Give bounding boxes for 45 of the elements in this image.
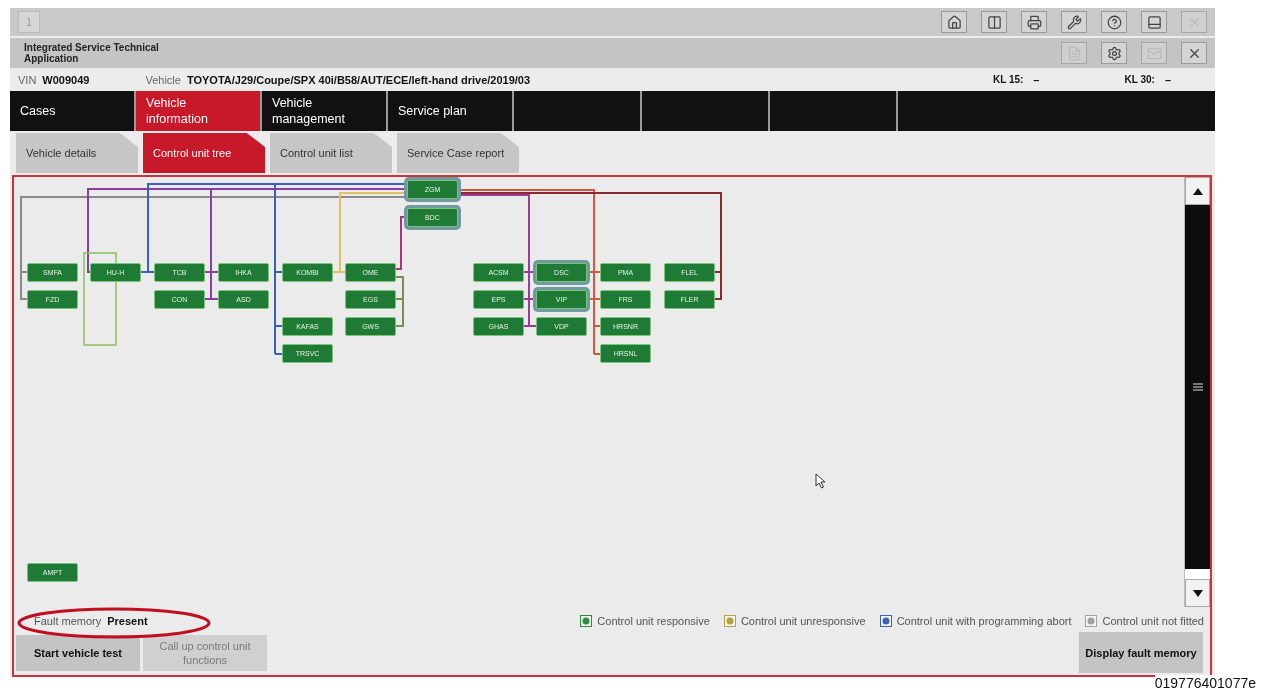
home-icon [946, 14, 962, 30]
vehicle-label: Vehicle [145, 73, 181, 86]
printer-icon [1026, 14, 1042, 30]
up-arrow-icon [1192, 187, 1203, 195]
sub-tab[interactable]: Control unit tree [143, 133, 265, 173]
nav-tab[interactable]: Vehicle information [136, 91, 262, 131]
kl30-label: KL 30: [1124, 74, 1155, 85]
kl15-value: – [1033, 73, 1040, 86]
fault-memory-value: Present [107, 615, 148, 627]
split-view-icon [986, 14, 1002, 30]
scroll-down-button[interactable] [1185, 579, 1210, 607]
scroll-up-button[interactable] [1185, 177, 1210, 205]
down-arrow-icon [1192, 589, 1203, 597]
settings-button[interactable] [1101, 42, 1127, 64]
help-icon [1106, 14, 1122, 30]
sub-tab[interactable]: Control unit list [270, 133, 392, 173]
legend-label: Control unit not fitted [1102, 615, 1204, 627]
panel-icon [1146, 14, 1162, 30]
panel-button[interactable] [1141, 11, 1167, 33]
legend-label: Control unit with programming abort [896, 615, 1072, 627]
wrench-icon [1066, 14, 1082, 30]
legend-label: Control unit unresponsive [740, 615, 866, 627]
image-code: 019776401077e [1154, 675, 1256, 691]
split-view-button[interactable] [981, 11, 1007, 33]
sub-tab[interactable]: Vehicle details [16, 133, 138, 173]
vin-value: W009049 [42, 73, 90, 86]
printer-button[interactable] [1021, 11, 1047, 33]
app-title: Integrated Service Technical Application [24, 42, 160, 64]
wrench-button[interactable] [1061, 11, 1087, 33]
home-button[interactable] [941, 11, 967, 33]
settings-icon [1106, 45, 1122, 61]
kl15-label: KL 15: [992, 74, 1024, 85]
vehicle-value: TOYOTA/J29/Coupe/SPX 40i/B58/AUT/ECE/left-hand drive/2019/03 [186, 73, 531, 86]
fault-memory-label: Fault memory [34, 615, 102, 627]
help-button[interactable] [1101, 11, 1127, 33]
action-button[interactable]: Start vehicle test [16, 635, 140, 671]
close-button[interactable] [1181, 42, 1207, 64]
vin-label: VIN [18, 73, 37, 86]
sub-tab[interactable]: Service Case report [397, 133, 519, 173]
action-button[interactable]: Display fault memory [1079, 632, 1203, 673]
cursor-icon [815, 473, 826, 489]
grip-icon [1192, 383, 1203, 391]
kl30-value: – [1164, 73, 1171, 86]
legend-label: Control unit responsive [597, 615, 710, 627]
scrollbar-thumb[interactable] [1185, 205, 1210, 569]
